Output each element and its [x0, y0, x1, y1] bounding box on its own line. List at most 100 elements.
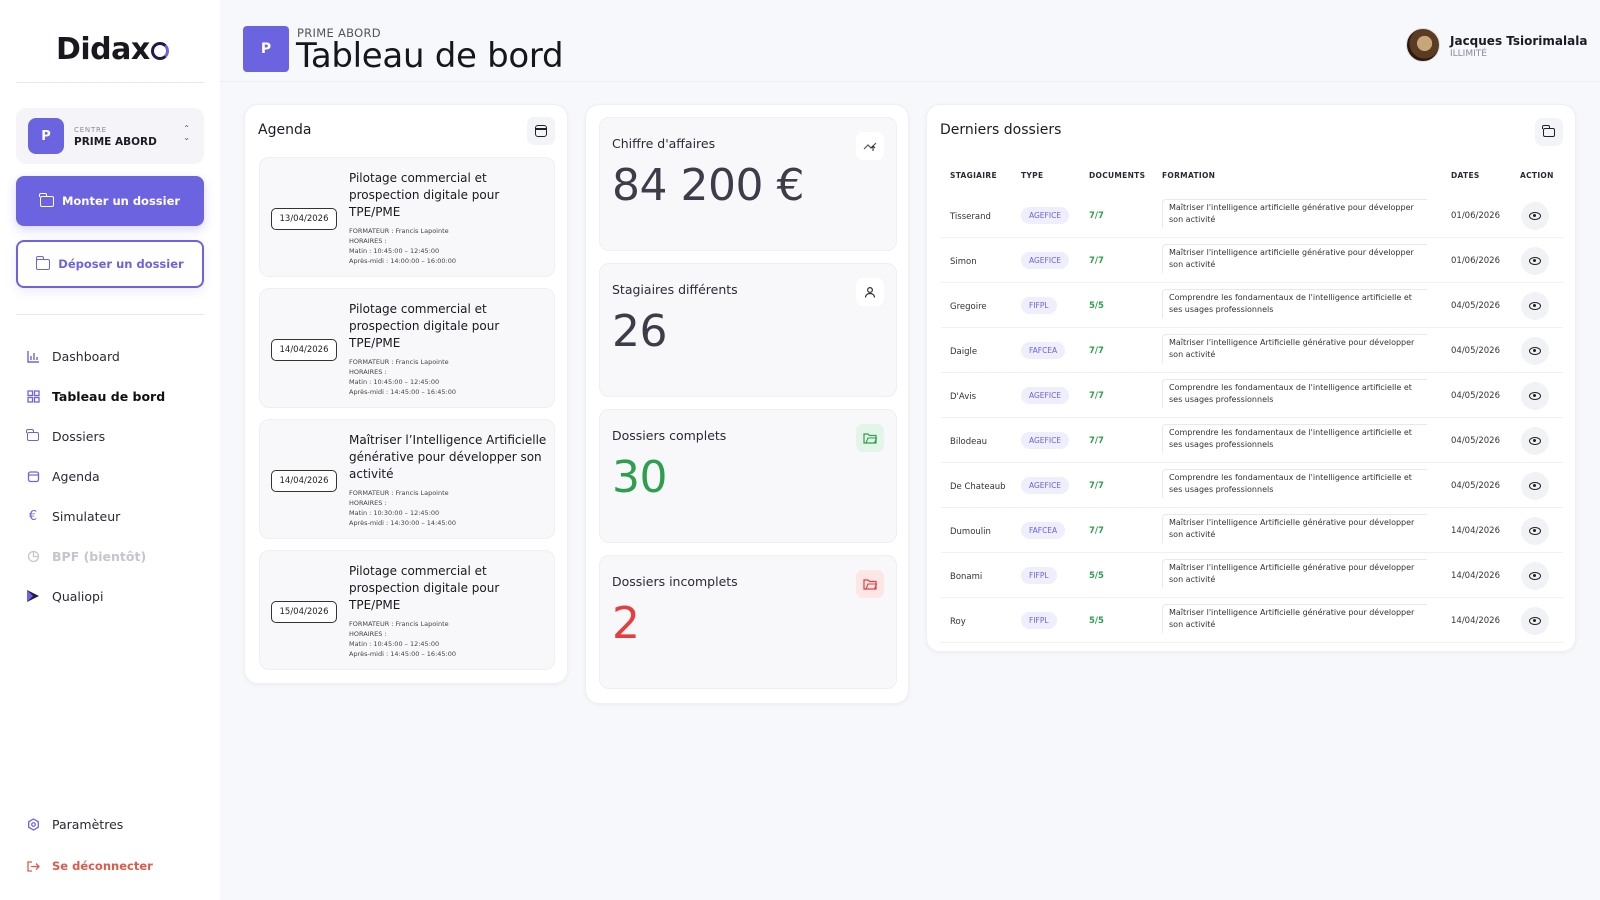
- event-afternoon: Après-midi : 14:45:00 – 16:45:00: [349, 388, 456, 396]
- stat-label: Stagiaires différents: [612, 282, 738, 297]
- event-date: 14/04/2026: [271, 470, 337, 492]
- event-morning: Matin : 10:45:00 – 12:45:00: [349, 640, 440, 648]
- stagiaire-cell: Daigle: [950, 347, 978, 357]
- formation-cell: Maîtriser l'intelligence Artificielle gé…: [1162, 334, 1427, 363]
- event-morning: Matin : 10:30:00 – 12:45:00: [349, 509, 440, 517]
- table-row[interactable]: D'Avis AGEFICE 7/7 Comprendre les fondam…: [941, 373, 1563, 418]
- table-row[interactable]: Bilodeau AGEFICE 7/7 Comprendre les fond…: [941, 418, 1563, 463]
- qualiopi-icon: [26, 589, 40, 603]
- view-button[interactable]: [1521, 517, 1549, 545]
- stagiaire-cell: Tisserand: [950, 212, 991, 222]
- eye-icon: [1529, 212, 1541, 220]
- type-badge: AGEFICE: [1021, 207, 1070, 224]
- eye-icon: [1529, 527, 1541, 535]
- dossiers-title: Derniers dossiers: [940, 122, 1062, 138]
- view-button[interactable]: [1521, 427, 1549, 455]
- view-button[interactable]: [1521, 202, 1549, 230]
- user-plan: ILLIMITÉ: [1450, 49, 1487, 59]
- agenda-event[interactable]: 13/04/2026 Pilotage commercial et prospe…: [259, 157, 555, 277]
- table-row[interactable]: De Chateaub AGEFICE 7/7 Comprendre les f…: [941, 463, 1563, 508]
- date-cell: 04/05/2026: [1451, 436, 1500, 446]
- sidebar-item-label: Simulateur: [52, 508, 121, 524]
- sidebar-item-simulateur[interactable]: € Simulateur: [16, 496, 204, 536]
- sidebar-item-tableau-de-bord[interactable]: Tableau de bord: [16, 376, 204, 416]
- date-cell: 01/06/2026: [1451, 256, 1500, 266]
- centre-name: PRIME ABORD: [74, 136, 157, 148]
- calendar-icon: [535, 125, 547, 137]
- view-button[interactable]: [1521, 382, 1549, 410]
- pie-chart-icon: [26, 549, 40, 563]
- stats-card: Chiffre d'affaires 84 200 € Stagiaires d…: [585, 104, 909, 704]
- avatar[interactable]: [1406, 28, 1440, 62]
- sidebar-item-dashboard[interactable]: Dashboard: [16, 336, 204, 376]
- sidebar: Didax P CENTRE PRIME ABORD ⌃ ⌄ Monter un …: [0, 0, 220, 900]
- documents-cell: 5/5: [1089, 301, 1104, 311]
- sidebar-item-parametres[interactable]: Paramètres: [16, 804, 204, 844]
- agenda-event[interactable]: 14/04/2026 Pilotage commercial et prospe…: [259, 288, 555, 408]
- table-row[interactable]: Simon AGEFICE 7/7 Maîtriser l'intelligen…: [941, 238, 1563, 283]
- stagiaire-cell: Simon: [950, 257, 977, 267]
- date-cell: 04/05/2026: [1451, 391, 1500, 401]
- page-title: Tableau de bord: [296, 36, 564, 76]
- agenda-card: Agenda 13/04/2026 Pilotage commercial et…: [244, 104, 568, 684]
- view-button[interactable]: [1521, 292, 1549, 320]
- dossiers-button[interactable]: [1535, 118, 1563, 146]
- sidebar-item-agenda[interactable]: Agenda: [16, 456, 204, 496]
- sidebar-item-label: Dashboard: [52, 348, 120, 364]
- table-row[interactable]: Gregoire FIFPL 5/5 Comprendre les fondam…: [941, 283, 1563, 328]
- centre-selector[interactable]: P CENTRE PRIME ABORD ⌃ ⌄: [16, 108, 204, 164]
- event-hours-label: HORAIRES :: [349, 630, 387, 638]
- user-name[interactable]: Jacques Tsiorimalala: [1450, 34, 1587, 48]
- stat-value: 2: [612, 598, 640, 649]
- table-row[interactable]: Tisserand AGEFICE 7/7 Maîtriser l'intell…: [941, 193, 1563, 238]
- stagiaire-cell: Bilodeau: [950, 437, 987, 447]
- documents-cell: 7/7: [1089, 211, 1104, 221]
- documents-cell: 7/7: [1089, 256, 1104, 266]
- formation-cell: Comprendre les fondamentaux de l'intelli…: [1162, 424, 1427, 453]
- event-hours-label: HORAIRES :: [349, 237, 387, 245]
- deposer-dossier-label: Déposer un dossier: [58, 257, 184, 271]
- monter-dossier-button[interactable]: Monter un dossier: [16, 176, 204, 226]
- sidebar-item-label: BPF (bientôt): [52, 548, 147, 564]
- table-row[interactable]: Roy FIFPL 5/5 Maîtriser l'intelligence A…: [941, 598, 1563, 643]
- logout-icon: [26, 859, 40, 873]
- event-date: 14/04/2026: [271, 339, 337, 361]
- view-button[interactable]: [1521, 337, 1549, 365]
- eye-icon: [1529, 572, 1541, 580]
- table-row[interactable]: Daigle FAFCEA 7/7 Maîtriser l'intelligen…: [941, 328, 1563, 373]
- table-row[interactable]: Bonami FIFPL 5/5 Maîtriser l'intelligenc…: [941, 553, 1563, 598]
- brand-logo[interactable]: Didax: [56, 32, 169, 67]
- trend-up-icon: [856, 132, 884, 160]
- column-header: FORMATION: [1162, 171, 1216, 180]
- table-row[interactable]: Dumoulin FAFCEA 7/7 Maîtriser l'intellig…: [941, 508, 1563, 553]
- sidebar-item-dossiers[interactable]: Dossiers: [16, 416, 204, 456]
- calendar-button[interactable]: [527, 117, 555, 145]
- stagiaire-cell: Dumoulin: [950, 527, 991, 537]
- logo-ring-icon: [150, 42, 169, 60]
- event-title: Pilotage commercial et prospection digit…: [349, 302, 500, 350]
- view-button[interactable]: [1521, 247, 1549, 275]
- documents-cell: 7/7: [1089, 526, 1104, 536]
- sidebar-item-qualiopi[interactable]: Qualiopi: [16, 576, 204, 616]
- view-button[interactable]: [1521, 562, 1549, 590]
- agenda-event[interactable]: 15/04/2026 Pilotage commercial et prospe…: [259, 550, 555, 670]
- column-header: STAGIAIRE: [950, 171, 997, 180]
- deposer-dossier-button[interactable]: Déposer un dossier: [16, 240, 204, 288]
- folder-check-icon: [856, 424, 884, 452]
- view-button[interactable]: [1521, 607, 1549, 635]
- column-header: TYPE: [1021, 171, 1044, 180]
- view-button[interactable]: [1521, 472, 1549, 500]
- type-badge: AGEFICE: [1021, 432, 1070, 449]
- agenda-event[interactable]: 14/04/2026 Maîtriser l’Intelligence Arti…: [259, 419, 555, 539]
- formation-cell: Maîtriser l'intelligence artificielle gé…: [1162, 244, 1427, 273]
- gear-icon: [26, 817, 40, 831]
- folder-icon: [1542, 124, 1555, 137]
- logout-button[interactable]: Se déconnecter: [16, 846, 204, 886]
- sidebar-item-label: Tableau de bord: [52, 388, 166, 404]
- formation-cell: Maîtriser l'intelligence Artificielle gé…: [1162, 514, 1427, 543]
- documents-cell: 5/5: [1089, 616, 1104, 626]
- user-icon: [856, 278, 884, 306]
- eye-icon: [1529, 617, 1541, 625]
- documents-cell: 7/7: [1089, 391, 1104, 401]
- column-header: ACTION: [1520, 171, 1554, 180]
